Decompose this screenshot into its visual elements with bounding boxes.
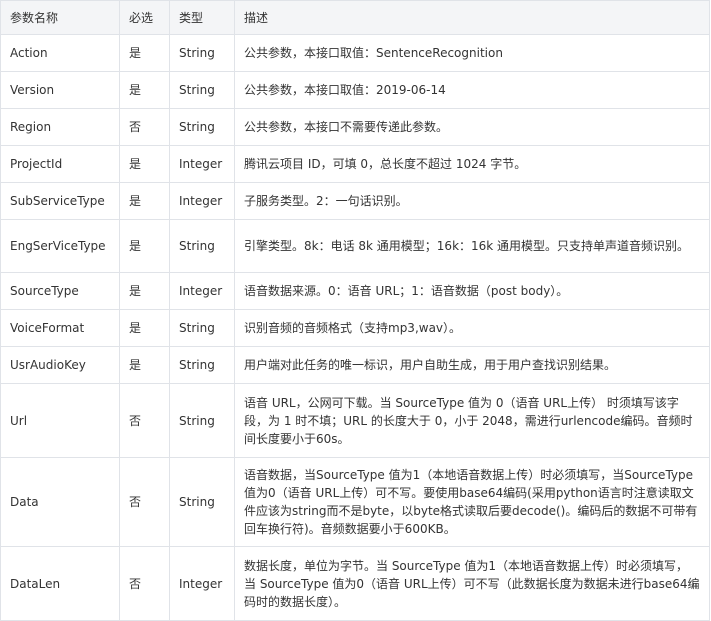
param-name-cell: VoiceFormat — [0, 309, 120, 347]
required-cell: 是 — [119, 145, 170, 183]
header-param-name: 参数名称 — [0, 0, 120, 35]
required-cell: 是 — [119, 346, 170, 384]
description-cell: 识别音频的音频格式（支持mp3,wav）。 — [234, 309, 710, 347]
param-name-cell: Version — [0, 71, 120, 109]
table-row: Data 否 String 语音数据，当SourceType 值为1（本地语音数… — [0, 457, 710, 547]
description-cell: 语音数据来源。0：语音 URL；1：语音数据（post body）。 — [234, 272, 710, 310]
type-cell: String — [169, 71, 235, 109]
description-cell: 用户端对此任务的唯一标识，用户自助生成，用于用户查找识别结果。 — [234, 346, 710, 384]
required-cell: 是 — [119, 219, 170, 273]
required-cell: 否 — [119, 108, 170, 146]
description-cell: 公共参数，本接口取值：SentenceRecognition — [234, 34, 710, 72]
required-cell: 是 — [119, 309, 170, 347]
table-row: SourceType 是 Integer 语音数据来源。0：语音 URL；1：语… — [0, 272, 710, 310]
param-name-cell: Region — [0, 108, 120, 146]
type-cell: String — [169, 34, 235, 72]
param-name-cell: SubServiceType — [0, 182, 120, 220]
type-cell: String — [169, 108, 235, 146]
table-header-row: 参数名称 必选 类型 描述 — [0, 0, 710, 35]
required-cell: 是 — [119, 182, 170, 220]
description-cell: 数据长度，单位为字节。当 SourceType 值为1（本地语音数据上传）时必须… — [234, 546, 710, 621]
description-cell: 语音 URL，公网可下载。当 SourceType 值为 0（语音 URL上传）… — [234, 383, 710, 458]
header-required: 必选 — [119, 0, 170, 35]
param-name-cell: EngSerViceType — [0, 219, 120, 273]
table-row: Action 是 String 公共参数，本接口取值：SentenceRecog… — [0, 34, 710, 72]
description-cell: 引擎类型。8k：电话 8k 通用模型；16k：16k 通用模型。只支持单声道音频… — [234, 219, 710, 273]
param-name-cell: ProjectId — [0, 145, 120, 183]
type-cell: String — [169, 309, 235, 347]
table-row: Region 否 String 公共参数，本接口不需要传递此参数。 — [0, 108, 710, 146]
required-cell: 否 — [119, 383, 170, 458]
type-cell: Integer — [169, 182, 235, 220]
param-name-cell: Data — [0, 457, 120, 547]
type-cell: String — [169, 346, 235, 384]
required-cell: 是 — [119, 34, 170, 72]
required-cell: 是 — [119, 71, 170, 109]
param-name-cell: SourceType — [0, 272, 120, 310]
type-cell: Integer — [169, 546, 235, 621]
required-cell: 否 — [119, 546, 170, 621]
description-cell: 公共参数，本接口取值：2019-06-14 — [234, 71, 710, 109]
type-cell: String — [169, 219, 235, 273]
table-row: DataLen 否 Integer 数据长度，单位为字节。当 SourceTyp… — [0, 546, 710, 621]
description-cell: 子服务类型。2：一句话识别。 — [234, 182, 710, 220]
description-cell: 语音数据，当SourceType 值为1（本地语音数据上传）时必须填写，当Sou… — [234, 457, 710, 547]
parameter-table: 参数名称 必选 类型 描述 Action 是 String 公共参数，本接口取值… — [0, 0, 710, 621]
table-row: SubServiceType 是 Integer 子服务类型。2：一句话识别。 — [0, 182, 710, 220]
table-row: ProjectId 是 Integer 腾讯云项目 ID，可填 0，总长度不超过… — [0, 145, 710, 183]
required-cell: 否 — [119, 457, 170, 547]
type-cell: Integer — [169, 272, 235, 310]
param-name-cell: Url — [0, 383, 120, 458]
table-row: VoiceFormat 是 String 识别音频的音频格式（支持mp3,wav… — [0, 309, 710, 347]
description-cell: 腾讯云项目 ID，可填 0，总长度不超过 1024 字节。 — [234, 145, 710, 183]
table-row: Url 否 String 语音 URL，公网可下载。当 SourceType 值… — [0, 383, 710, 458]
header-type: 类型 — [169, 0, 235, 35]
table-row: Version 是 String 公共参数，本接口取值：2019-06-14 — [0, 71, 710, 109]
type-cell: String — [169, 383, 235, 458]
param-name-cell: Action — [0, 34, 120, 72]
type-cell: Integer — [169, 145, 235, 183]
param-name-cell: DataLen — [0, 546, 120, 621]
required-cell: 是 — [119, 272, 170, 310]
table-row: UsrAudioKey 是 String 用户端对此任务的唯一标识，用户自助生成… — [0, 346, 710, 384]
description-cell: 公共参数，本接口不需要传递此参数。 — [234, 108, 710, 146]
type-cell: String — [169, 457, 235, 547]
param-name-cell: UsrAudioKey — [0, 346, 120, 384]
table-row: EngSerViceType 是 String 引擎类型。8k：电话 8k 通用… — [0, 219, 710, 273]
header-description: 描述 — [234, 0, 710, 35]
